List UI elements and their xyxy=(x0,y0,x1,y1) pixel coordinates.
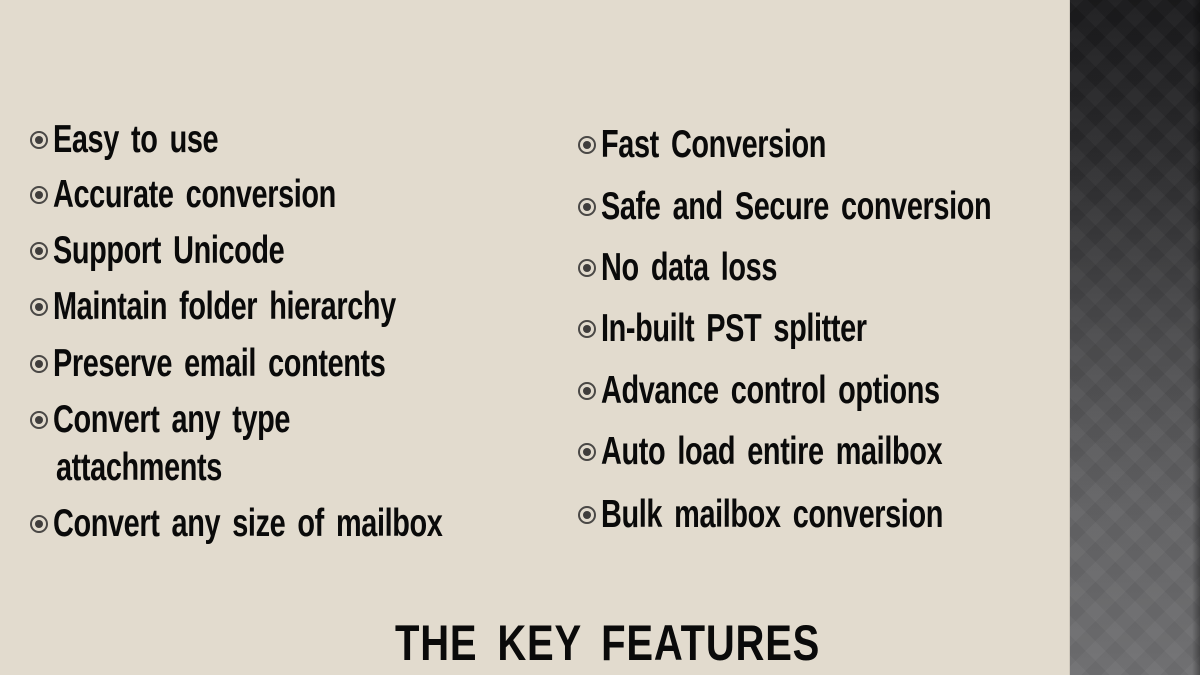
feature-item: Convert any type xyxy=(30,398,373,442)
feature-item: Accurate conversion xyxy=(30,173,435,217)
feature-label: Safe and Secure conversion xyxy=(601,185,992,228)
feature-label: Support Unicode xyxy=(53,229,285,272)
feature-label: Maintain folder hierarchy xyxy=(53,285,396,328)
feature-label: Advance control options xyxy=(601,369,940,412)
feature-label: Convert any type xyxy=(53,398,291,441)
radio-bullet-icon xyxy=(30,411,48,429)
feature-item: Maintain folder hierarchy xyxy=(30,285,516,329)
feature-item: Advance control options xyxy=(578,369,1059,413)
feature-item-continuation: attachments xyxy=(56,446,280,490)
feature-label: Fast Conversion xyxy=(601,123,827,166)
feature-item: In-built PST splitter xyxy=(578,307,960,351)
feature-label: Preserve email contents xyxy=(53,342,386,385)
feature-item: Easy to use xyxy=(30,118,276,162)
decorative-side-panel xyxy=(1069,0,1200,675)
radio-bullet-icon xyxy=(578,506,596,524)
radio-bullet-icon xyxy=(30,242,48,260)
feature-item: Support Unicode xyxy=(30,229,366,273)
feature-label: Auto load entire mailbox xyxy=(601,430,943,473)
radio-bullet-icon xyxy=(578,136,596,154)
feature-item: Fast Conversion xyxy=(578,123,905,167)
feature-label: Easy to use xyxy=(53,118,219,161)
radio-bullet-icon xyxy=(30,131,48,149)
radio-bullet-icon xyxy=(578,443,596,461)
side-panel-edge-shadow xyxy=(1192,0,1200,675)
feature-item: Auto load entire mailbox xyxy=(578,430,1062,474)
feature-item: No data loss xyxy=(578,246,839,290)
feature-label: Bulk mailbox conversion xyxy=(601,493,943,536)
slide-content-area: Easy to use Accurate conversion Support … xyxy=(0,0,1069,675)
radio-bullet-icon xyxy=(578,382,596,400)
radio-bullet-icon xyxy=(578,259,596,277)
feature-label: No data loss xyxy=(601,246,778,289)
feature-item: Preserve email contents xyxy=(30,342,502,386)
feature-item: Bulk mailbox conversion xyxy=(578,493,1063,537)
feature-item: Safe and Secure conversion xyxy=(578,185,1128,229)
radio-bullet-icon xyxy=(30,186,48,204)
radio-bullet-icon xyxy=(578,320,596,338)
radio-bullet-icon xyxy=(578,198,596,216)
feature-label: In-built PST splitter xyxy=(601,307,867,350)
feature-label-continuation: attachments xyxy=(56,446,222,489)
radio-bullet-icon xyxy=(30,515,48,533)
slide-title: THE KEY FEATURES xyxy=(395,615,821,671)
feature-label: Convert any size of mailbox xyxy=(53,502,443,545)
feature-label: Accurate conversion xyxy=(53,173,336,216)
radio-bullet-icon xyxy=(30,355,48,373)
feature-item: Convert any size of mailbox xyxy=(30,502,579,546)
radio-bullet-icon xyxy=(30,298,48,316)
